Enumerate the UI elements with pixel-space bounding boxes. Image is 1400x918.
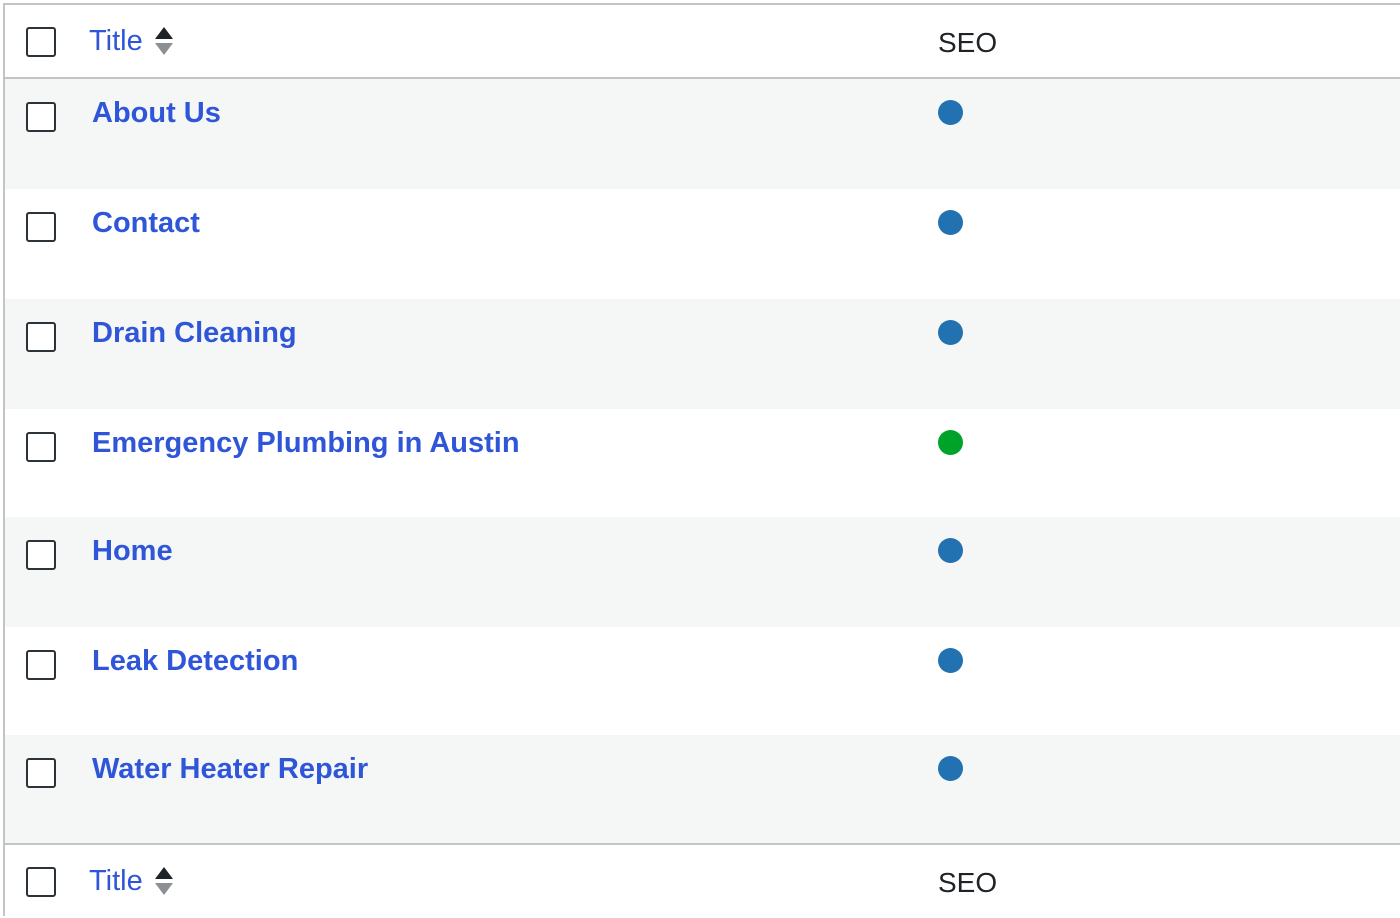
table-row: Leak Detection xyxy=(5,627,1400,735)
seo-status-dot-icon xyxy=(938,538,963,563)
table-row: Drain Cleaning xyxy=(5,299,1400,409)
title-column-sort[interactable]: Title xyxy=(89,23,173,59)
row-checkbox[interactable] xyxy=(26,432,56,462)
row-checkbox[interactable] xyxy=(26,758,56,788)
row-title-link[interactable]: Water Heater Repair xyxy=(92,751,368,787)
table-row: Contact xyxy=(5,189,1400,299)
seo-status-dot-icon xyxy=(938,210,963,235)
row-title-link[interactable]: About Us xyxy=(92,95,221,131)
seo-status-dot-icon xyxy=(938,100,963,125)
table-row: Home xyxy=(5,517,1400,627)
table-footer: Title SEO xyxy=(5,843,1400,917)
seo-column-label-footer: SEO xyxy=(938,867,998,898)
row-checkbox[interactable] xyxy=(26,102,56,132)
seo-column-label: SEO xyxy=(938,27,998,58)
row-title-link[interactable]: Drain Cleaning xyxy=(92,315,297,351)
seo-status-dot-icon xyxy=(938,320,963,345)
row-title-link[interactable]: Contact xyxy=(92,205,200,241)
title-column-label[interactable]: Title xyxy=(89,23,143,59)
row-checkbox[interactable] xyxy=(26,322,56,352)
sort-up-down-icon[interactable] xyxy=(154,865,173,897)
row-checkbox[interactable] xyxy=(26,540,56,570)
seo-status-dot-icon xyxy=(938,756,963,781)
row-title-link[interactable]: Home xyxy=(92,533,173,569)
table-row: Emergency Plumbing in Austin xyxy=(5,409,1400,517)
table-header: Title SEO xyxy=(5,5,1400,79)
table-row: Water Heater Repair xyxy=(5,735,1400,845)
select-all-checkbox-footer[interactable] xyxy=(26,867,56,897)
seo-status-dot-icon xyxy=(938,430,963,455)
seo-status-dot-icon xyxy=(938,648,963,673)
title-column-sort-footer[interactable]: Title xyxy=(89,863,173,899)
sort-up-down-icon[interactable] xyxy=(154,25,173,57)
row-checkbox[interactable] xyxy=(26,212,56,242)
select-all-checkbox[interactable] xyxy=(26,27,56,57)
row-title-link[interactable]: Leak Detection xyxy=(92,643,298,679)
table-row: About Us xyxy=(5,79,1400,189)
pages-table: Title SEO About Us Contact Drain Cleaning E… xyxy=(3,3,1400,917)
row-checkbox[interactable] xyxy=(26,650,56,680)
title-column-label-footer[interactable]: Title xyxy=(89,863,143,899)
row-title-link[interactable]: Emergency Plumbing in Austin xyxy=(92,425,520,461)
